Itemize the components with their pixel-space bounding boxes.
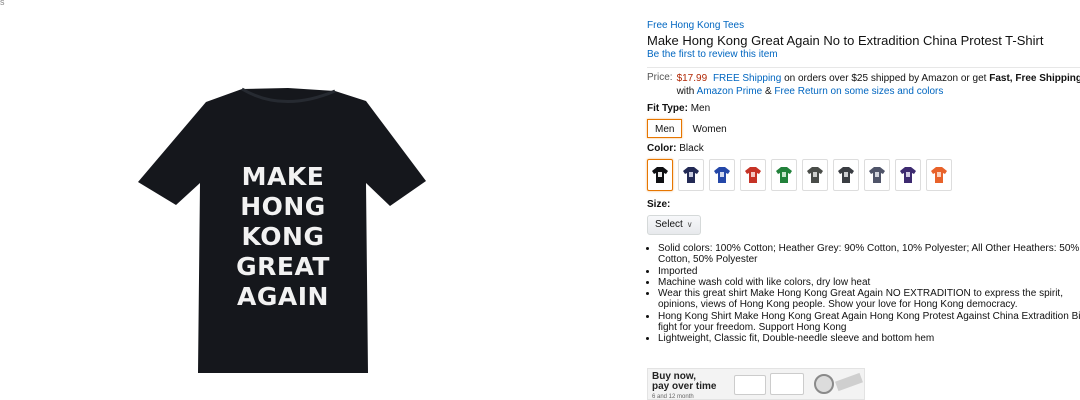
t-shirt-icon (838, 167, 854, 183)
size-heading: Size: (647, 199, 1080, 211)
product-title: Make Hong Kong Great Again No to Extradi… (647, 33, 1044, 48)
color-selected: Black (679, 143, 704, 154)
t-shirt-icon (900, 167, 916, 183)
t-shirt-icon-print (689, 172, 693, 177)
ad-line: pay over time (652, 381, 717, 392)
credit-card-image (770, 373, 804, 395)
t-shirt-icon-print (937, 172, 941, 177)
watch-icon (814, 374, 834, 394)
product-image[interactable]: MAKE HONG KONG GREAT AGAIN (138, 85, 428, 375)
t-shirt-icon (869, 167, 885, 183)
color-swatch[interactable] (740, 159, 766, 191)
shirt-text-line: AGAIN (237, 282, 329, 311)
color-swatch[interactable] (709, 159, 735, 191)
t-shirt-icon (714, 167, 730, 183)
color-swatch[interactable] (864, 159, 890, 191)
bullet-item: Lightweight, Classic fit, Double-needle … (658, 333, 1080, 344)
review-link[interactable]: Be the first to review this item (647, 49, 1080, 61)
color-swatch[interactable] (678, 159, 704, 191)
amp-text: & (764, 86, 772, 97)
brand-link[interactable]: Free Hong Kong Tees (647, 20, 1080, 32)
size-select-value: Select (655, 219, 683, 230)
price-block: Price: $17.99 FREE Shipping on orders ov… (647, 72, 1080, 98)
shirt-text-line: KONG (241, 222, 325, 251)
shipping-text: on orders over $25 shipped by Amazon or … (784, 73, 987, 84)
ad-headline: Buy now, pay over time 6 and 12 month (652, 372, 716, 400)
fast-shipping-text: Fast, Free Shipping (989, 73, 1080, 84)
color-swatch[interactable] (771, 159, 797, 191)
t-shirt-icon-print (813, 172, 817, 177)
t-shirt-icon (807, 167, 823, 183)
color-swatch[interactable] (926, 159, 952, 191)
size-label: Size: (647, 199, 671, 210)
t-shirt-icon (776, 167, 792, 183)
t-shirt-icon-print (875, 172, 879, 177)
financing-ad-banner[interactable]: Buy now, pay over time 6 and 12 month (647, 368, 865, 400)
bullet-item: Machine wash cold with like colors, dry … (658, 277, 1080, 288)
price-label: Price: (647, 72, 673, 83)
chevron-down-icon: ∨ (686, 220, 693, 229)
color-label: Color: (647, 143, 677, 154)
free-shipping-link[interactable]: FREE Shipping (713, 73, 781, 84)
fit-type-heading: Fit Type: Men (647, 103, 1080, 115)
fit-type-label: Fit Type: (647, 103, 688, 114)
bullet-item: Wear this great shirt Make Hong Kong Gre… (658, 288, 1080, 311)
product-details: Free Hong Kong Tees Make Hong Kong Great… (647, 20, 1080, 345)
t-shirt-icon-print (658, 172, 662, 177)
color-swatch[interactable] (895, 159, 921, 191)
t-shirt-icon (745, 167, 761, 183)
with-text: with (676, 86, 695, 97)
fit-option-women[interactable]: Women (684, 119, 734, 138)
fit-option-men[interactable]: Men (647, 119, 683, 138)
divider (647, 67, 1080, 68)
shirt-print-text: MAKE HONG KONG GREAT AGAIN (138, 162, 428, 312)
corner-mark: s (0, 0, 5, 7)
t-shirt-icon-print (906, 172, 910, 177)
watch-band-image (835, 372, 863, 392)
shirt-text-line: MAKE (241, 162, 325, 191)
shirt-text-line: HONG (240, 192, 326, 221)
size-dropdown[interactable]: Select ∨ (647, 215, 701, 235)
free-return-link[interactable]: Free Return on some sizes and colors (774, 86, 943, 97)
color-swatch[interactable] (802, 159, 828, 191)
feature-bullets: Solid colors: 100% Cotton; Heather Grey:… (647, 243, 1080, 345)
bullet-item: Imported (658, 266, 1080, 277)
fit-type-selected: Men (690, 103, 711, 114)
t-shirt-icon (652, 167, 668, 183)
fit-type-options: Men Women (647, 119, 1080, 138)
t-shirt-icon (931, 167, 947, 183)
color-swatches (647, 159, 1080, 191)
price-value: $17.99 (676, 73, 708, 84)
t-shirt-icon-print (720, 172, 724, 177)
color-heading: Color: Black (647, 143, 1080, 155)
shirt-text-line: GREAT (236, 252, 330, 281)
prime-link[interactable]: Amazon Prime (697, 86, 763, 97)
color-swatch[interactable] (833, 159, 859, 191)
bullet-item: Hong Kong Shirt Make Hong Kong Great Aga… (658, 311, 1080, 334)
t-shirt-icon-print (751, 172, 755, 177)
t-shirt-icon (683, 167, 699, 183)
ad-line: 6 and 12 month (652, 394, 694, 400)
credit-card-image (734, 375, 766, 395)
t-shirt-icon-print (844, 172, 848, 177)
t-shirt-icon-print (782, 172, 786, 177)
color-swatch[interactable] (647, 159, 673, 191)
bullet-item: Solid colors: 100% Cotton; Heather Grey:… (658, 243, 1080, 266)
